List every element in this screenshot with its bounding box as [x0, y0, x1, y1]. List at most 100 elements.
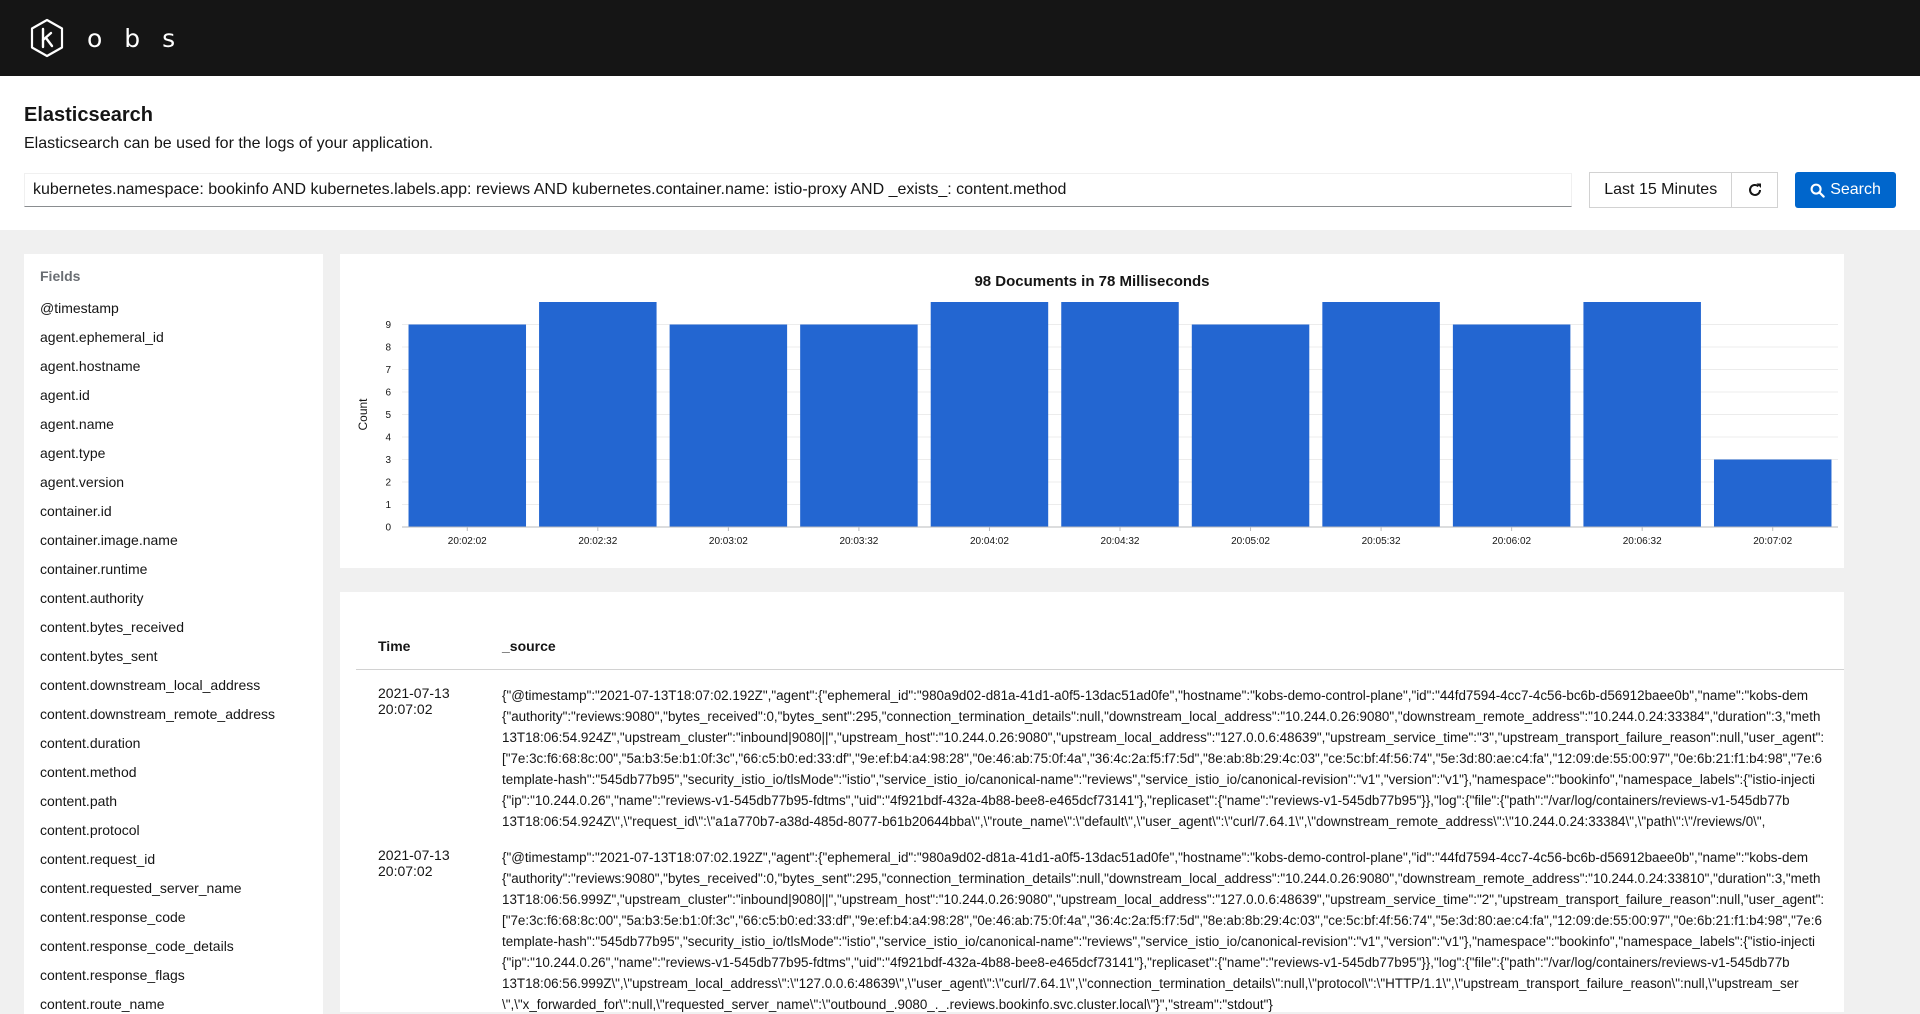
field-item[interactable]: container.id	[40, 497, 323, 526]
top-navbar: o b s	[0, 0, 1920, 76]
y-tick-label: 7	[385, 365, 391, 376]
log-source-line: 13T18:06:54.924Z\",\"request_id\":\"a1a7…	[502, 811, 1844, 832]
logo-letter: o	[87, 24, 102, 53]
log-time: 2021-07-13 20:07:02	[356, 847, 502, 1012]
chart-bar	[1192, 325, 1309, 528]
search-icon	[1810, 183, 1825, 198]
field-item[interactable]: container.image.name	[40, 526, 323, 555]
y-tick-label: 0	[385, 523, 391, 534]
field-item[interactable]: agent.ephemeral_id	[40, 323, 323, 352]
log-source-line: {"authority":"reviews:9080","bytes_recei…	[502, 706, 1844, 727]
x-tick-label: 20:06:32	[1623, 536, 1662, 547]
log-source-line: {"ip":"10.244.0.26","name":"reviews-v1-5…	[502, 790, 1844, 811]
table-row[interactable]: 2021-07-13 20:07:02{"@timestamp":"2021-0…	[356, 670, 1844, 832]
chart-bar	[800, 325, 917, 528]
y-tick-label: 3	[385, 455, 391, 466]
field-item[interactable]: content.response_flags	[40, 961, 323, 990]
fields-title: Fields	[40, 268, 323, 284]
log-source: {"@timestamp":"2021-07-13T18:07:02.192Z"…	[502, 847, 1844, 1012]
field-item[interactable]: content.bytes_received	[40, 613, 323, 642]
field-item[interactable]: content.response_code	[40, 903, 323, 932]
chart-panel: 98 Documents in 78 Milliseconds 01234567…	[340, 254, 1844, 568]
log-source-line: \",\"x_forwarded_for\":null,\"requested_…	[502, 994, 1844, 1012]
query-input[interactable]	[24, 173, 1572, 207]
table-row[interactable]: 2021-07-13 20:07:02{"@timestamp":"2021-0…	[356, 832, 1844, 1012]
logs-table: Time _source 2021-07-13 20:07:02{"@times…	[356, 622, 1844, 1012]
log-source-line: 13T18:06:56.999Z","upstream_cluster":"in…	[502, 889, 1844, 910]
x-tick-label: 20:03:32	[839, 536, 878, 547]
chart-bar	[670, 325, 787, 528]
y-axis-label: Count	[356, 398, 370, 431]
page-title: Elasticsearch	[24, 104, 1896, 127]
x-tick-label: 20:02:32	[578, 536, 617, 547]
field-item[interactable]: content.requested_server_name	[40, 874, 323, 903]
x-tick-label: 20:07:02	[1753, 536, 1792, 547]
field-item[interactable]: content.protocol	[40, 816, 323, 845]
log-source-line: template-hash":"545db77b95","security_is…	[502, 931, 1844, 952]
query-toolbar: Last 15 Minutes Search	[24, 172, 1896, 208]
chart-bar	[1453, 325, 1570, 528]
y-tick-label: 2	[385, 478, 391, 489]
y-tick-label: 5	[385, 410, 391, 421]
refresh-icon	[1747, 182, 1763, 198]
chart-bar	[539, 302, 656, 527]
search-button-label: Search	[1830, 181, 1881, 199]
main-content: Fields @timestampagent.ephemeral_idagent…	[24, 254, 1896, 1001]
field-item[interactable]: agent.hostname	[40, 352, 323, 381]
log-source-line: 13T18:06:54.924Z","upstream_cluster":"in…	[502, 727, 1844, 748]
log-source-line: {"@timestamp":"2021-07-13T18:07:02.192Z"…	[502, 847, 1844, 868]
field-item[interactable]: content.authority	[40, 584, 323, 613]
x-tick-label: 20:04:32	[1101, 536, 1140, 547]
logo-letter: s	[162, 24, 175, 53]
x-tick-label: 20:04:02	[970, 536, 1009, 547]
column-header-source[interactable]: _source	[502, 638, 1844, 654]
page-header: Elasticsearch Elasticsearch can be used …	[0, 76, 1920, 230]
log-rows: 2021-07-13 20:07:02{"@timestamp":"2021-0…	[356, 670, 1844, 1012]
log-source-line: 13T18:06:56.999Z\",\"upstream_local_addr…	[502, 973, 1844, 994]
field-item[interactable]: agent.version	[40, 468, 323, 497]
x-tick-label: 20:05:02	[1231, 536, 1270, 547]
logo-letter: b	[124, 24, 140, 53]
logs-table-header: Time _source	[356, 622, 1844, 670]
kobs-hexagon-icon	[29, 18, 65, 58]
log-time: 2021-07-13 20:07:02	[356, 685, 502, 832]
field-item[interactable]: content.downstream_local_address	[40, 671, 323, 700]
x-tick-label: 20:05:32	[1362, 536, 1401, 547]
field-item[interactable]: agent.id	[40, 381, 323, 410]
column-header-time[interactable]: Time	[356, 638, 502, 654]
chart-bar	[409, 325, 526, 528]
y-tick-label: 1	[385, 500, 391, 511]
y-tick-label: 6	[385, 388, 391, 399]
kobs-logo[interactable]: o b s	[29, 18, 175, 58]
field-item[interactable]: content.route_name	[40, 990, 323, 1014]
field-item[interactable]: content.request_id	[40, 845, 323, 874]
y-tick-label: 9	[385, 320, 391, 331]
log-source-line: ["7e:3c:f6:68:8c:00","5a:b3:5e:b1:0f:3c"…	[502, 910, 1844, 931]
field-item[interactable]: agent.type	[40, 439, 323, 468]
field-item[interactable]: content.bytes_sent	[40, 642, 323, 671]
log-source-line: ["7e:3c:f6:68:8c:00","5a:b3:5e:b1:0f:3c"…	[502, 748, 1844, 769]
chart-bar	[1714, 460, 1831, 528]
search-button[interactable]: Search	[1795, 172, 1896, 208]
x-tick-label: 20:02:02	[448, 536, 487, 547]
log-source-line: template-hash":"545db77b95","security_is…	[502, 769, 1844, 790]
field-item[interactable]: content.response_code_details	[40, 932, 323, 961]
field-item[interactable]: agent.name	[40, 410, 323, 439]
log-source-line: {"@timestamp":"2021-07-13T18:07:02.192Z"…	[502, 685, 1844, 706]
field-item[interactable]: content.method	[40, 758, 323, 787]
field-item[interactable]: container.runtime	[40, 555, 323, 584]
chart-bar	[931, 302, 1048, 527]
field-item[interactable]: content.path	[40, 787, 323, 816]
fields-list: @timestampagent.ephemeral_idagent.hostna…	[40, 294, 323, 1014]
page-description: Elasticsearch can be used for the logs o…	[24, 135, 1896, 153]
refresh-button[interactable]	[1732, 172, 1778, 208]
x-tick-label: 20:03:02	[709, 536, 748, 547]
y-tick-label: 4	[385, 433, 391, 444]
field-item[interactable]: content.duration	[40, 729, 323, 758]
fields-panel: Fields @timestampagent.ephemeral_idagent…	[24, 254, 323, 1014]
log-source: {"@timestamp":"2021-07-13T18:07:02.192Z"…	[502, 685, 1844, 832]
field-item[interactable]: content.downstream_remote_address	[40, 700, 323, 729]
field-item[interactable]: @timestamp	[40, 294, 323, 323]
time-range-button[interactable]: Last 15 Minutes	[1589, 172, 1732, 208]
chart-bar	[1061, 302, 1178, 527]
